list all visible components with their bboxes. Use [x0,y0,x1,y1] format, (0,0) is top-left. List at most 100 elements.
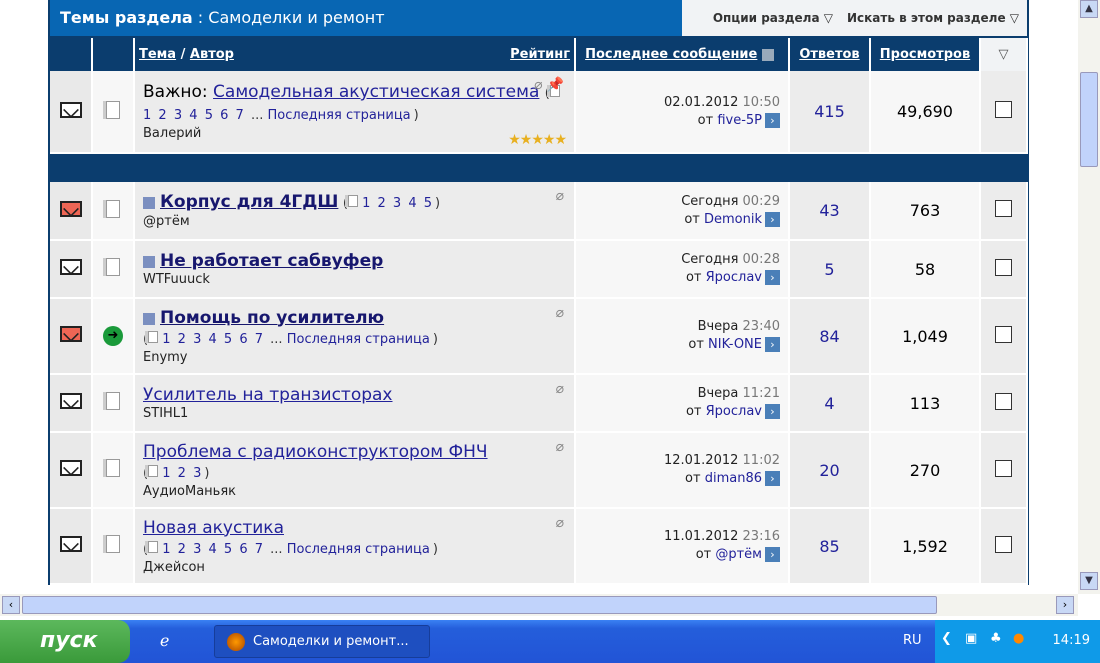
page-link[interactable]: 3 [393,196,401,211]
sort-desc-icon[interactable] [761,48,774,61]
sort-topic-link[interactable]: Тема [139,47,176,62]
thread-title-link[interactable]: Усилитель на транзисторах [143,385,393,405]
page-link[interactable]: 2 [178,542,186,557]
page-link[interactable]: 2 [178,466,186,481]
go-to-last-post-icon[interactable]: › [765,404,780,419]
thread-author: АудиоМаньяк [143,483,236,499]
green-arrow-icon: ➜ [103,326,123,346]
thread-select-checkbox[interactable] [995,101,1012,118]
go-to-last-post-icon[interactable]: › [765,547,780,562]
last-poster-link[interactable]: Demonik [704,212,762,227]
page-link[interactable]: 6 [220,108,228,123]
sort-author-link[interactable]: Автор [190,47,234,62]
thread-select-checkbox[interactable] [995,459,1012,477]
go-to-last-post-icon[interactable]: › [765,337,780,352]
sort-views-link[interactable]: Просмотров [880,47,970,62]
page-link[interactable]: 7 [255,542,263,557]
page-link[interactable]: 1 [143,108,151,123]
thread-select-checkbox[interactable] [995,325,1012,343]
scroll-down-button[interactable]: ▼ [1080,572,1098,590]
views-count: 763 [870,182,981,241]
replies-link[interactable]: 415 [814,102,845,121]
last-poster-link[interactable]: Ярослаv [706,404,762,419]
thread-title-link[interactable]: Корпус для 4ГДШ [160,192,338,212]
thread-title-link[interactable]: Помощь по усилителю [160,308,384,328]
last-page-link[interactable]: Последняя страница [287,542,430,557]
page-link[interactable]: 4 [208,332,216,347]
thread-author: Джейсон [143,559,205,575]
go-to-last-post-icon[interactable]: › [765,112,780,128]
page-link[interactable]: 1 [162,542,170,557]
page-link[interactable]: 2 [158,108,166,123]
scroll-up-button[interactable]: ▲ [1080,0,1098,18]
page-link[interactable]: 2 [178,332,186,347]
search-forum-menu[interactable]: Искать в этом разделе ▽ [847,11,1019,25]
sort-last-post-link[interactable]: Последнее сообщение [585,47,757,62]
language-indicator[interactable]: RU [903,633,922,648]
attachment-icon: ⌀ [555,515,564,531]
last-poster-link[interactable]: five-5P [717,113,762,128]
vertical-scroll-thumb[interactable] [1080,72,1098,167]
tray-app-icon[interactable]: ♣ [990,631,1002,646]
thread-select-checkbox[interactable] [995,200,1012,217]
thread-icon [106,535,120,553]
thread-row: ➜ ⌀ Помощь по усилителю ( 1 2 3 4 5 6 7 ...… [50,298,1028,375]
start-button[interactable]: пуск [0,620,130,663]
page-link[interactable]: 6 [239,332,247,347]
thread-title-link[interactable]: Новая акустика [143,518,284,538]
last-poster-link[interactable]: diman86 [705,471,762,486]
last-poster-link[interactable]: @ртём [715,547,762,562]
go-to-last-post-icon[interactable]: › [765,211,780,227]
moderation-menu-icon[interactable]: ▽ [980,38,1028,71]
thread-title-link[interactable]: Самодельная акустическая система [213,82,539,102]
replies-link[interactable]: 4 [824,394,834,413]
page-link[interactable]: 1 [362,196,370,211]
page-link[interactable]: 1 [162,332,170,347]
tray-expand-icon[interactable]: ❮ [941,631,952,646]
page-link[interactable]: 3 [193,332,201,347]
page-link[interactable]: 4 [408,196,416,211]
thread-title-link[interactable]: Проблема с радиоконструктором ФНЧ [143,442,488,462]
page-link[interactable]: 5 [224,332,232,347]
last-poster-link[interactable]: Ярослаv [706,270,762,285]
taskbar-window-button[interactable]: Самоделки и ремонт... [214,625,430,658]
page-link[interactable]: 5 [224,542,232,557]
forum-options-menu[interactable]: Опции раздела ▽ [713,11,833,25]
horizontal-scroll-thumb[interactable] [22,596,937,614]
sort-replies-link[interactable]: Ответов [799,47,859,62]
page-link[interactable]: 3 [174,108,182,123]
last-page-link[interactable]: Последняя страница [268,108,411,123]
thread-select-checkbox[interactable] [995,258,1012,276]
page-link[interactable]: 3 [193,542,201,557]
replies-link[interactable]: 43 [819,201,839,220]
page-link[interactable]: 6 [239,542,247,557]
go-to-last-post-icon[interactable]: › [765,270,780,285]
page-link[interactable]: 1 [162,466,170,481]
replies-link[interactable]: 20 [819,461,839,480]
page-link[interactable]: 5 [205,108,213,123]
last-poster-link[interactable]: NIK-ONE [708,337,762,352]
last-page-link[interactable]: Последняя страница [287,332,430,347]
ie-quicklaunch-icon[interactable]: ℯ [160,631,182,653]
network-icon[interactable]: ▣ [965,631,977,646]
page-link[interactable]: 7 [236,108,244,123]
replies-link[interactable]: 5 [824,260,834,279]
page-link[interactable]: 2 [377,196,385,211]
page-link[interactable]: 3 [193,466,201,481]
page-link[interactable]: 7 [255,332,263,347]
page-link[interactable]: 4 [189,108,197,123]
horizontal-scrollbar[interactable]: ‹ › [0,594,1078,616]
scroll-right-button[interactable]: › [1056,596,1074,614]
replies-link[interactable]: 84 [819,327,839,346]
scroll-left-button[interactable]: ‹ [2,596,20,614]
page-link[interactable]: 4 [208,542,216,557]
thread-title-link[interactable]: Не работает сабвуфер [160,251,383,271]
vertical-scrollbar[interactable]: ▲ ▼ [1078,0,1100,594]
page-link[interactable]: 5 [424,196,432,211]
antivirus-icon[interactable]: ● [1013,631,1024,646]
sort-rating-link[interactable]: Рейтинг [510,47,570,62]
replies-link[interactable]: 85 [819,537,839,556]
thread-select-checkbox[interactable] [995,392,1012,410]
thread-select-checkbox[interactable] [995,535,1012,553]
go-to-last-post-icon[interactable]: › [765,471,780,486]
